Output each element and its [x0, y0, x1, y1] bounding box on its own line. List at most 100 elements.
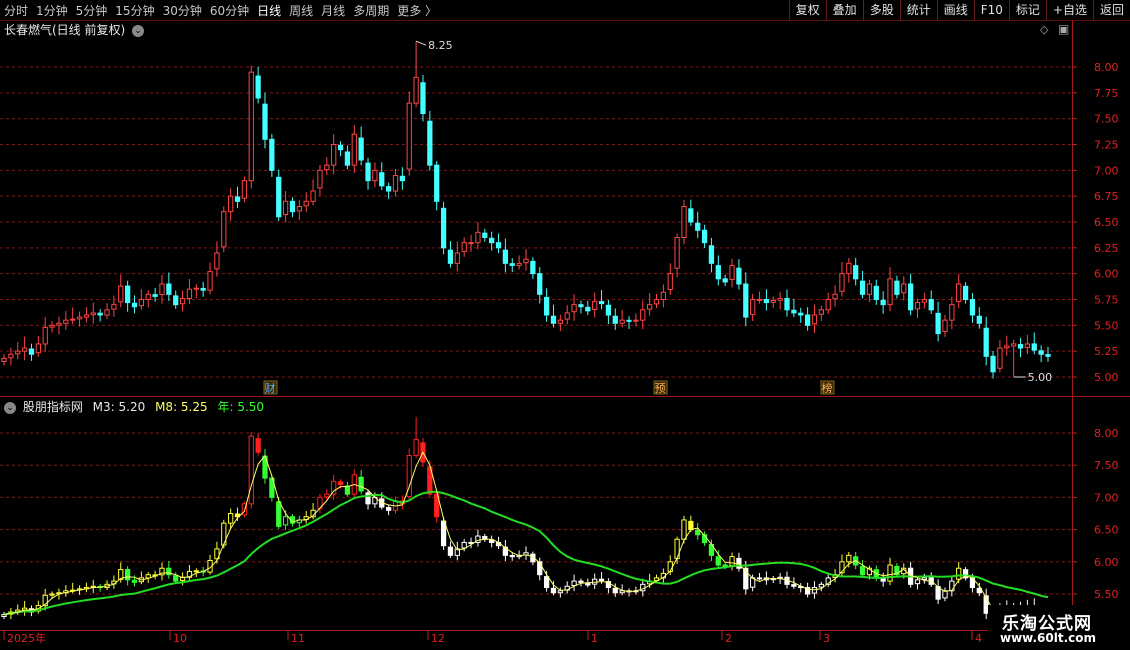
candle-body — [880, 299, 886, 306]
indicator-bar — [193, 570, 199, 573]
indicator-bar — [543, 576, 550, 589]
candle-body — [592, 301, 598, 310]
indicator-bar — [880, 577, 886, 582]
candle-body — [76, 316, 83, 320]
panel-toggle-icon[interactable]: ▣ — [1058, 22, 1069, 36]
candle-body — [221, 211, 227, 248]
candle-body — [56, 322, 62, 326]
candle-body — [770, 300, 776, 303]
candle-body — [681, 206, 687, 238]
candle-body — [997, 347, 1003, 369]
candle-body — [708, 245, 715, 264]
candle-body — [193, 287, 199, 290]
price-tick-label: 6.75 — [1094, 190, 1119, 203]
candle-body — [688, 208, 694, 223]
price-tick-label: 7.25 — [1094, 139, 1119, 152]
indicator-bar — [509, 555, 515, 558]
candle-body — [317, 169, 323, 189]
candle-body — [550, 315, 557, 324]
indicator-bar — [887, 564, 893, 582]
price-tick-label: 7.50 — [1094, 113, 1119, 126]
indicator-bar — [49, 593, 55, 596]
candle-body — [413, 76, 419, 104]
candle-body — [1011, 343, 1017, 347]
candle-body — [928, 299, 934, 311]
candle-body — [956, 283, 962, 303]
candle-body — [1004, 345, 1010, 349]
candle-body — [1017, 344, 1024, 349]
date-label: 11 — [291, 632, 305, 645]
indicator-year-value: 年: 5.50 — [217, 400, 265, 414]
candle-body — [791, 309, 797, 314]
indicator-bar — [324, 493, 330, 498]
price-tick-label: 5.25 — [1094, 345, 1119, 358]
candle-body — [674, 237, 680, 269]
candle-body — [715, 265, 721, 280]
indicator-bar — [125, 569, 131, 581]
candle-body — [214, 252, 220, 270]
candle-body — [406, 102, 412, 170]
candle-body — [83, 314, 90, 318]
indicator-dropdown-icon[interactable]: ⌄ — [4, 401, 16, 414]
candle-body — [104, 309, 110, 316]
candle-body — [1045, 354, 1051, 357]
candle-body — [337, 144, 344, 151]
indicator-bar — [818, 583, 824, 588]
indicator-m8-value: M8: 5.25 — [155, 400, 208, 414]
candle-body — [818, 309, 824, 315]
high-marker-line — [415, 40, 427, 46]
candle-body — [118, 285, 124, 303]
candle-body — [653, 299, 660, 305]
indicator-bar — [557, 590, 563, 594]
date-label: 1 — [591, 632, 598, 645]
candle-body — [523, 258, 529, 264]
indicator-bar — [413, 438, 419, 457]
candle-body — [386, 186, 392, 192]
candle-body — [358, 137, 364, 161]
indicator-bar — [571, 580, 577, 586]
indicator-bar — [791, 584, 797, 587]
title-dropdown-icon[interactable]: ⌄ — [132, 24, 145, 37]
kline-chart[interactable]: 8.00 7.75 7.50 7.25 7.00 6.75 6.50 6.25 6.00 5.75… — [0, 0, 1130, 650]
indicator-bar — [681, 519, 687, 540]
indicator-bar — [228, 513, 234, 524]
candle-body — [495, 242, 502, 249]
candle-body — [859, 280, 866, 295]
candle-body — [543, 296, 550, 316]
indicator-tick-label: 6.00 — [1094, 556, 1119, 569]
candle-body — [186, 288, 193, 299]
price-tick-label: 8.00 — [1094, 61, 1119, 74]
event-marker: 财 — [265, 381, 276, 395]
candle-body — [379, 172, 385, 187]
indicator-tick-label: 8.00 — [1094, 427, 1119, 440]
price-tick-label: 7.75 — [1094, 87, 1119, 100]
candle-body — [475, 231, 481, 244]
candle-body — [578, 304, 584, 308]
main-panel-title: 长春燃气(日线 前复权) ⌄ — [4, 21, 145, 38]
candle-body — [255, 75, 261, 99]
candle-body — [949, 304, 955, 321]
candle-body — [365, 162, 371, 182]
candle-body — [736, 267, 742, 285]
candle-body — [914, 302, 921, 310]
diamond-icon[interactable]: ◇ — [1040, 23, 1048, 36]
price-tick-label: 5.00 — [1094, 371, 1119, 384]
candle-body — [179, 297, 186, 305]
indicator-bar — [337, 481, 344, 486]
date-label: 4 — [975, 632, 982, 645]
indicator-bar — [173, 575, 179, 582]
date-label: 2 — [725, 632, 732, 645]
candle-body — [722, 278, 728, 283]
price-tick-label: 6.50 — [1094, 216, 1119, 229]
candle-body — [777, 297, 783, 301]
low-label: 5.00 — [1028, 371, 1053, 384]
indicator-candles — [1, 416, 1051, 628]
event-marker: 预 — [655, 382, 666, 395]
candle-body — [695, 222, 701, 231]
candle-body — [269, 138, 275, 171]
candle-body — [502, 249, 509, 264]
m3-line — [3, 451, 1049, 616]
indicator-bar — [282, 516, 289, 526]
main-candles — [1, 41, 1051, 379]
candle-body — [21, 347, 28, 352]
